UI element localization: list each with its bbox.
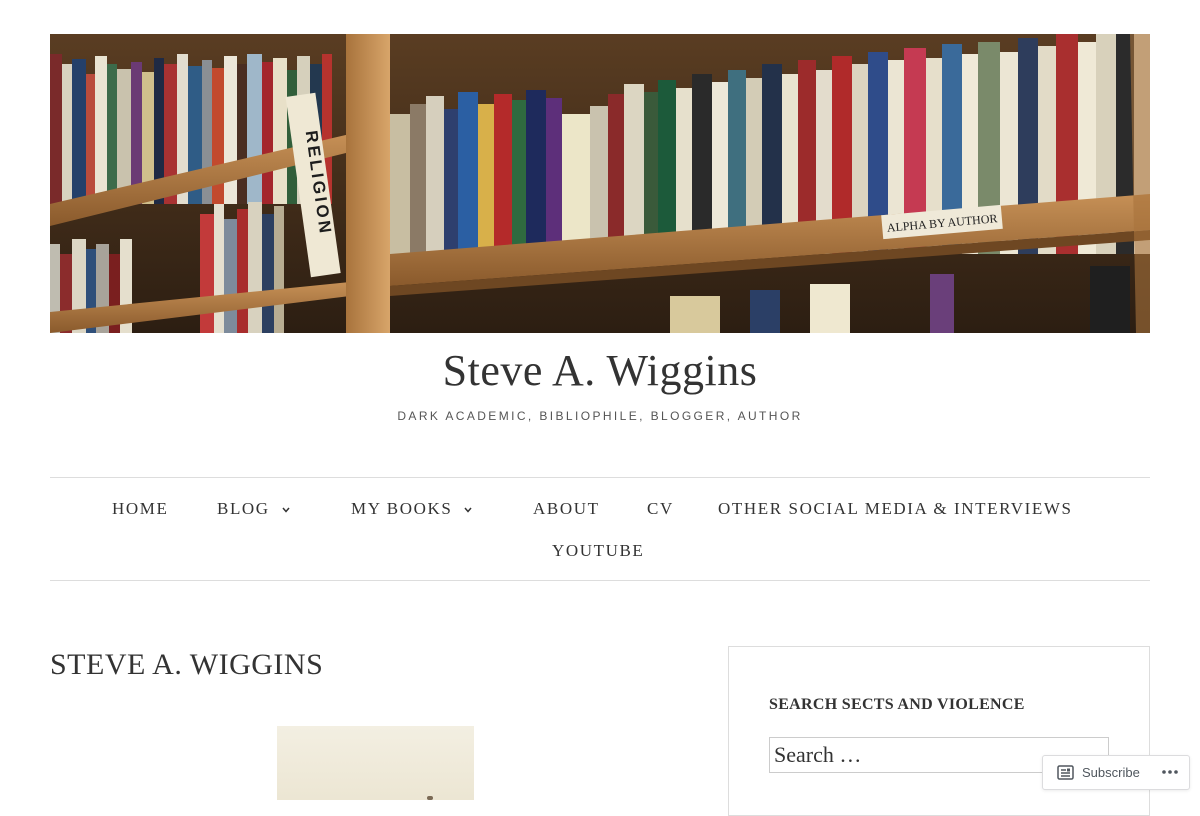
nav-item-label: HOME [112, 499, 169, 518]
photo-detail [427, 796, 433, 800]
main-navigation: HOME BLOG MY BOOKS ABOUT CV OTHER SOCIAL… [50, 477, 1150, 581]
page-title: STEVE A. WIGGINS [50, 648, 324, 681]
subscribe-button[interactable]: Subscribe [1043, 756, 1153, 789]
reader-icon [1057, 765, 1074, 780]
nav-item-youtube[interactable]: YOUTUBE [552, 541, 644, 561]
search-widget: SEARCH SECTS AND VIOLENCE [728, 646, 1150, 816]
ellipsis-icon [1162, 770, 1178, 774]
nav-item-label: CV [647, 499, 674, 518]
nav-item-home[interactable]: HOME [112, 499, 168, 519]
nav-item-cv[interactable]: CV [647, 499, 674, 519]
nav-item-blog[interactable]: BLOG [217, 499, 292, 519]
header-image: RELIGION ALPHA BY AUTHOR [50, 34, 1150, 333]
more-options-button[interactable] [1155, 762, 1185, 782]
nav-item-my-books[interactable]: MY BOOKS [351, 499, 474, 519]
nav-item-label: MY BOOKS [351, 499, 453, 518]
widget-title: SEARCH SECTS AND VIOLENCE [769, 696, 1025, 713]
subscribe-label: Subscribe [1082, 765, 1140, 780]
site-tagline: DARK ACADEMIC, BIBLIOPHILE, BLOGGER, AUT… [397, 409, 803, 423]
nav-item-about[interactable]: ABOUT [533, 499, 600, 519]
chevron-down-icon [464, 507, 473, 513]
nav-item-label: OTHER SOCIAL MEDIA & INTERVIEWS [718, 499, 1073, 518]
subscribe-bar: Subscribe [1042, 755, 1190, 790]
author-photo [277, 726, 474, 800]
nav-item-label: ABOUT [533, 499, 600, 518]
bookshelf-photo: RELIGION ALPHA BY AUTHOR [50, 34, 1150, 333]
nav-item-label: BLOG [217, 499, 270, 518]
nav-item-other-social-media[interactable]: OTHER SOCIAL MEDIA & INTERVIEWS [718, 499, 1073, 519]
chevron-down-icon [282, 507, 290, 513]
site-title[interactable]: Steve A. Wiggins [0, 345, 1200, 396]
nav-item-label: YOUTUBE [552, 541, 645, 560]
